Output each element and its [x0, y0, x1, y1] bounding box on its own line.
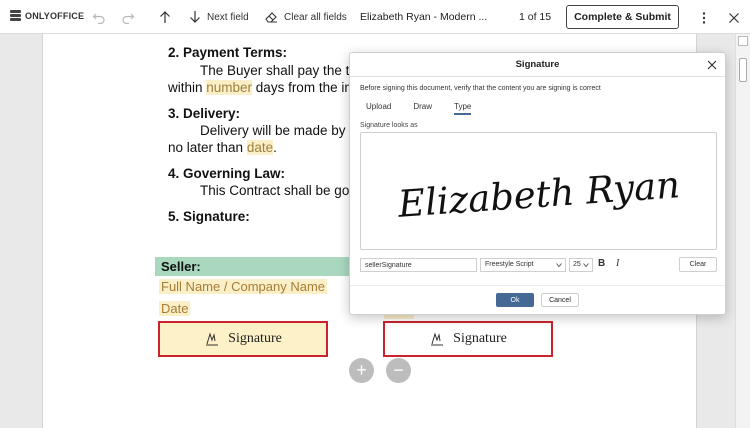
zoom-out-button[interactable]: − — [386, 358, 411, 383]
seller-signature-label: Signature — [228, 331, 282, 346]
number-field[interactable]: number — [206, 80, 253, 95]
italic-button[interactable]: I — [616, 258, 619, 269]
full-name-field[interactable]: Full Name / Company Name — [159, 279, 327, 294]
close-editor-button[interactable] — [727, 9, 741, 27]
date-field[interactable]: date — [246, 140, 274, 155]
section-3-line-1: Delivery will be made by — [200, 123, 346, 138]
scrollbar-thumb[interactable] — [739, 58, 747, 82]
font-size-value: 25 — [573, 261, 581, 268]
font-select[interactable]: Freestyle Script — [480, 258, 566, 272]
next-field-label: Next field — [207, 11, 249, 23]
redo-button[interactable] — [121, 8, 135, 26]
scroll-up-button[interactable] — [738, 36, 748, 46]
eraser-icon — [265, 12, 277, 23]
app-logo: ONLYOFFICE — [10, 10, 84, 21]
more-options-button[interactable] — [697, 9, 711, 27]
clear-all-fields-button[interactable]: Clear all fields — [264, 8, 347, 26]
next-field-button[interactable]: Next field — [188, 8, 249, 26]
tab-upload[interactable]: Upload — [366, 102, 391, 115]
clear-all-fields-label: Clear all fields — [284, 11, 347, 23]
redo-icon — [122, 13, 135, 24]
section-2-line-2: within number days from the in — [168, 80, 352, 95]
vertical-scrollbar[interactable] — [735, 34, 750, 428]
preview-label: Signature looks as — [360, 122, 418, 129]
buyer-signature-field[interactable]: Signature — [383, 321, 553, 357]
section-4-line-1: This Contract shall be gov — [200, 183, 357, 198]
clear-button[interactable]: Clear — [679, 257, 717, 272]
undo-icon — [92, 13, 105, 24]
dialog-title: Signature — [350, 53, 725, 77]
ok-button[interactable]: Ok — [496, 293, 534, 307]
dialog-divider — [350, 285, 725, 286]
complete-submit-button[interactable]: Complete & Submit — [566, 5, 679, 29]
section-2-line-1: The Buyer shall pay the to — [200, 63, 357, 78]
font-select-value: Freestyle Script — [485, 261, 534, 268]
logo-icon — [10, 10, 21, 21]
signature-name-input[interactable] — [360, 258, 477, 272]
zoom-in-button[interactable]: + — [349, 358, 374, 383]
bold-button[interactable]: B — [598, 258, 605, 269]
section-3-line-2: no later than date. — [168, 140, 277, 155]
typed-signature: Elizabeth Ryan — [396, 163, 682, 226]
signature-tabs: Upload Draw Type — [366, 102, 472, 115]
section-3-heading: 3. Delivery: — [168, 106, 241, 121]
tab-type[interactable]: Type — [454, 102, 472, 115]
font-size-select[interactable]: 25 — [569, 258, 593, 272]
previous-field-button[interactable] — [158, 8, 172, 26]
signature-pen-icon — [431, 332, 444, 346]
section-4-heading: 4. Governing Law: — [168, 166, 286, 181]
seller-signature-field[interactable]: Signature — [158, 321, 328, 357]
signature-dialog: Signature Before signing this document, … — [349, 52, 726, 315]
signature-preview-canvas: Elizabeth Ryan — [396, 163, 682, 226]
signature-pen-icon — [206, 332, 219, 346]
signature-preview: Elizabeth Ryan — [360, 132, 717, 250]
section-5-heading: 5. Signature: — [168, 209, 250, 224]
date-signed-field[interactable]: Date — [159, 301, 191, 316]
close-icon[interactable] — [705, 58, 719, 72]
cancel-button[interactable]: Cancel — [541, 293, 579, 307]
seller-heading: Seller: — [155, 257, 355, 276]
document-title: Elizabeth Ryan - Modern ... — [360, 11, 488, 23]
section-2-heading: 2. Payment Terms: — [168, 45, 288, 60]
dialog-description: Before signing this document, verify tha… — [360, 85, 601, 92]
page-indicator: 1 of 15 — [519, 11, 552, 23]
logo-text: ONLYOFFICE — [25, 10, 85, 21]
chevron-down-icon — [556, 263, 562, 268]
arrow-down-icon — [190, 11, 200, 23]
top-toolbar: ONLYOFFICE Next field Clear all fields E… — [0, 0, 750, 34]
tab-draw[interactable]: Draw — [413, 102, 432, 115]
vertical-dots-icon — [702, 12, 706, 24]
undo-button[interactable] — [92, 8, 106, 26]
arrow-up-icon — [160, 11, 170, 23]
close-icon — [729, 13, 739, 23]
chevron-down-icon — [583, 263, 589, 268]
buyer-signature-label: Signature — [453, 331, 507, 346]
